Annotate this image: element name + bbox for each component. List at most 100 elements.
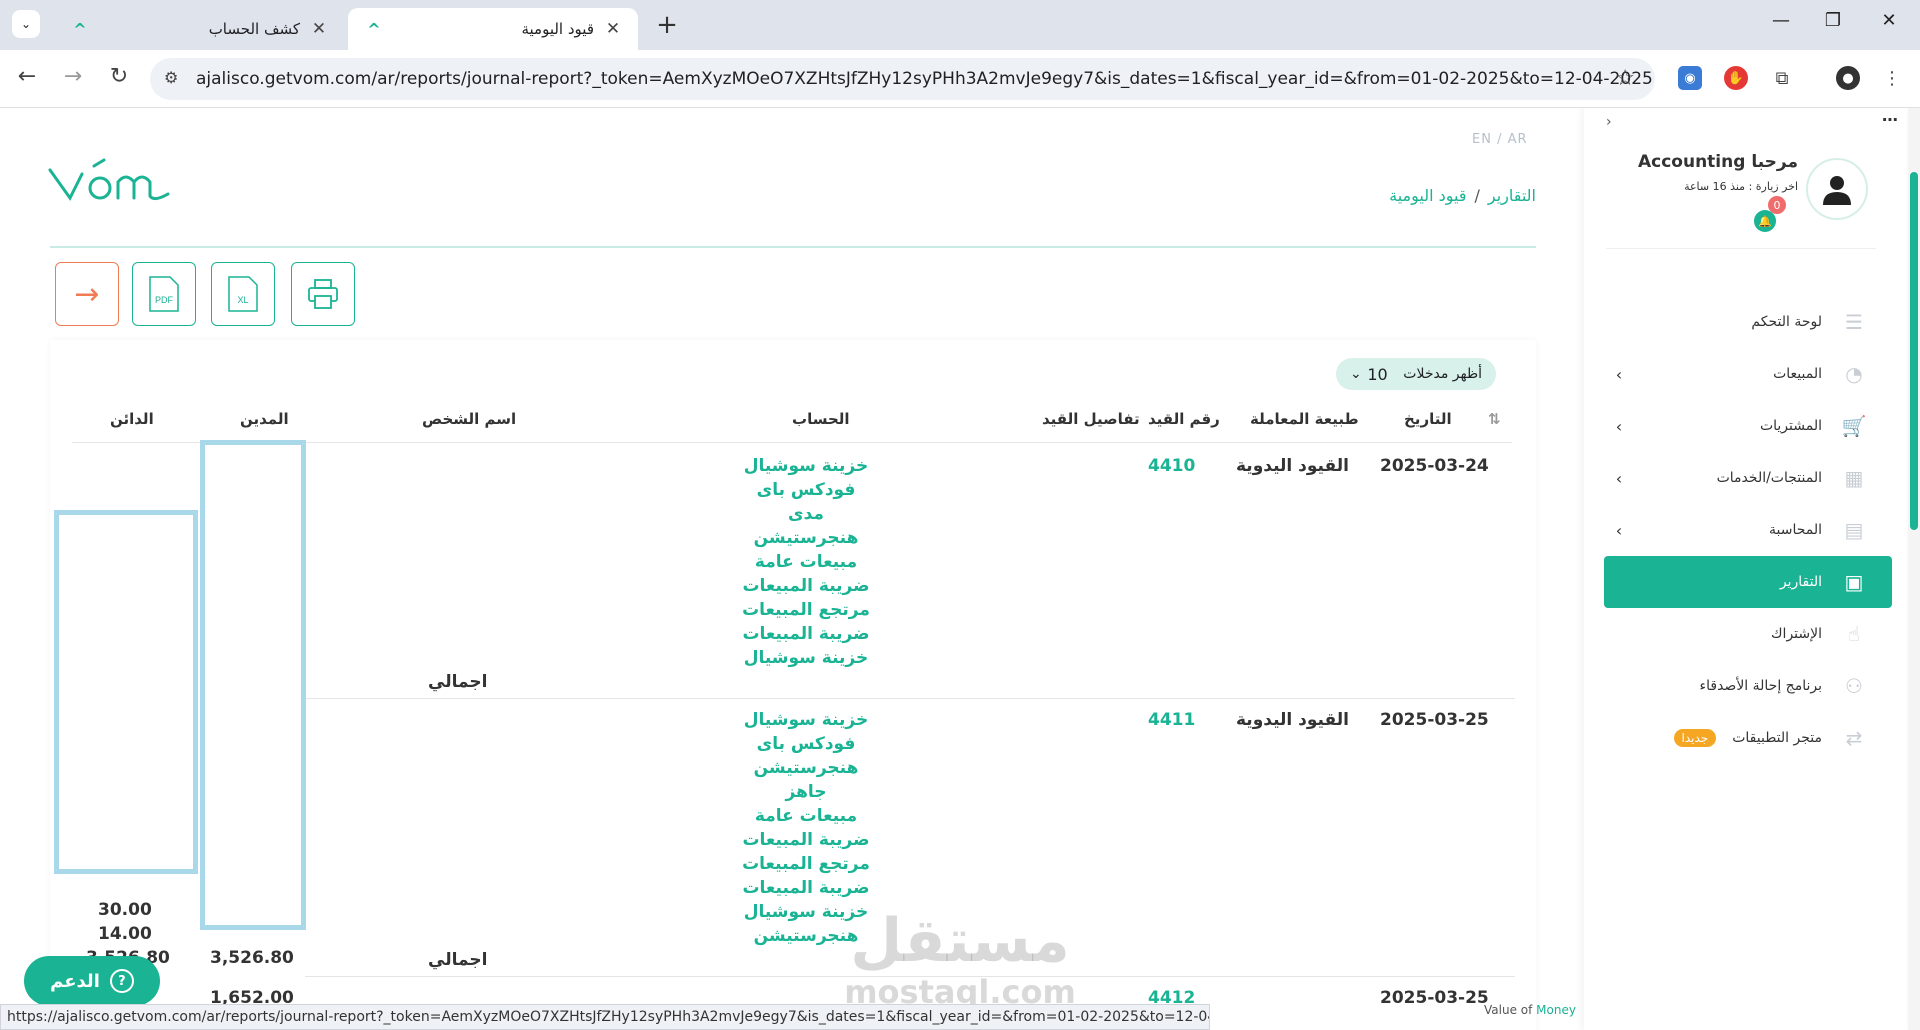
- show-entries-select[interactable]: أظهر مدخلات 10 ⌄: [1336, 358, 1496, 390]
- export-pdf-button[interactable]: PDF: [132, 262, 196, 326]
- menu-label: المشتريات: [1759, 418, 1822, 434]
- credit-value: 30.00: [98, 900, 152, 920]
- sidebar-item-reports[interactable]: ▣ التقارير: [1604, 556, 1892, 608]
- puzzle-icon[interactable]: ⧉: [1770, 66, 1794, 90]
- adblock-icon[interactable]: ✋: [1724, 66, 1748, 90]
- sidebar-item-dashboard[interactable]: ☰ لوحة التحكم: [1604, 296, 1892, 348]
- back-exit-button[interactable]: →: [55, 262, 119, 326]
- account-link[interactable]: هنجرستيشن: [696, 756, 916, 780]
- show-entries-label: أظهر مدخلات: [1403, 366, 1482, 382]
- row-1-number-link[interactable]: 4410: [1148, 456, 1195, 476]
- bell-icon[interactable]: 🔔: [1754, 210, 1776, 232]
- row-1-date: 2025-03-24: [1380, 456, 1489, 476]
- sidebar-item-purchases[interactable]: 🛒 المشتريات ›: [1604, 400, 1892, 452]
- dashboard-icon: ☰: [1845, 310, 1863, 334]
- support-label: الدعم: [50, 970, 100, 992]
- header-type[interactable]: طبيعة المعاملة: [1250, 410, 1359, 428]
- row-2-number-link[interactable]: 4411: [1148, 710, 1195, 730]
- site-settings-icon[interactable]: ⚙: [164, 68, 178, 87]
- new-tab-button[interactable]: +: [652, 10, 682, 40]
- header-credit[interactable]: الدائن: [110, 410, 154, 428]
- row-divider: [305, 698, 1515, 699]
- tab-account-statement[interactable]: ✕ كشف الحساب ^: [54, 8, 344, 50]
- bookmark-star-icon[interactable]: ☆: [1615, 66, 1635, 91]
- account-link[interactable]: خزينة سوشيال: [696, 646, 916, 670]
- account-link[interactable]: مبيعات عامة: [696, 804, 916, 828]
- account-link[interactable]: خزينة سوشيال: [696, 708, 916, 732]
- redacted-debit-column: [200, 440, 306, 930]
- language-switch[interactable]: EN / AR: [1472, 132, 1528, 147]
- footer-tagline: Value of Money: [1484, 1003, 1576, 1017]
- account-link[interactable]: مرتجع المبيعات: [696, 598, 916, 622]
- tab-search-button[interactable]: ⌄: [12, 10, 40, 38]
- account-link[interactable]: مبيعات عامة: [696, 550, 916, 574]
- row-2-type: القيود اليدوية: [1236, 710, 1349, 730]
- close-window-button[interactable]: ✕: [1874, 10, 1904, 31]
- row-3-date: 2025-03-25: [1380, 988, 1489, 1008]
- account-link[interactable]: ضريبة المبيعات: [696, 622, 916, 646]
- account-link[interactable]: فودكس باى: [696, 732, 916, 756]
- close-icon[interactable]: ✕: [602, 19, 624, 39]
- chevron-icon: ›: [1615, 364, 1623, 384]
- cart-icon: 🛒: [1841, 414, 1867, 438]
- back-button[interactable]: ←: [12, 64, 42, 89]
- menu-dots-icon[interactable]: ⋮: [1880, 66, 1904, 90]
- chevron-icon: ›: [1615, 468, 1623, 488]
- account-link[interactable]: جاهز: [696, 780, 916, 804]
- header-date[interactable]: التاريخ: [1404, 410, 1452, 428]
- swap-icon: ⇄: [1845, 726, 1863, 750]
- breadcrumb: التقارير / قيود اليومية: [1380, 186, 1536, 205]
- address-bar[interactable]: ⚙ ajalisco.getvom.com/ar/reports/journal…: [150, 58, 1655, 100]
- tab-journal-entries[interactable]: ✕ قيود اليومية ^: [348, 8, 638, 50]
- header-details[interactable]: تفاصيل القيد: [1042, 410, 1140, 428]
- account-link[interactable]: ضريبة المبيعات: [696, 574, 916, 598]
- support-button[interactable]: ? الدعم: [24, 956, 160, 1006]
- mostaql-watermark: مستقل mostaql.com: [840, 908, 1080, 1010]
- welcome-text: مرحبا Accounting: [1637, 152, 1798, 172]
- reload-button[interactable]: ↻: [104, 64, 134, 89]
- url-text: ajalisco.getvom.com/ar/reports/journal-r…: [196, 69, 1653, 89]
- account-link[interactable]: خزينة سوشيال: [696, 454, 916, 478]
- sidebar-item-referral[interactable]: ⚇ برنامج إحالة الأصدقاء: [1604, 660, 1892, 712]
- account-link[interactable]: ضريبة المبيعات: [696, 876, 916, 900]
- account-link[interactable]: مدى: [696, 502, 916, 526]
- user-avatar[interactable]: [1806, 158, 1868, 220]
- redacted-credit-column: [54, 510, 198, 874]
- header-number[interactable]: رقم القيد: [1148, 410, 1220, 428]
- watermark-arabic: مستقل: [850, 906, 1070, 976]
- header-debit[interactable]: المدين: [240, 410, 289, 428]
- close-icon[interactable]: ✕: [308, 19, 330, 39]
- collapse-chevron-icon[interactable]: ›: [1606, 114, 1612, 130]
- header-person[interactable]: اسم الشخص: [422, 410, 516, 428]
- sidebar-item-products[interactable]: ▦ المنتجات/الخدمات ›: [1604, 452, 1892, 504]
- sales-icon: ◔: [1845, 362, 1863, 386]
- restore-button[interactable]: ❐: [1818, 10, 1848, 31]
- menu-label: المنتجات/الخدمات: [1716, 470, 1822, 486]
- menu-label: المحاسبة: [1768, 522, 1822, 538]
- export-excel-button[interactable]: XL: [211, 262, 275, 326]
- credit-value: 14.00: [98, 924, 152, 944]
- account-link[interactable]: فودكس باى: [696, 478, 916, 502]
- account-link[interactable]: ضريبة المبيعات: [696, 828, 916, 852]
- row-1-accounts: خزينة سوشيال فودكس باى مدى هنجرستيشن مبي…: [696, 454, 916, 670]
- sidebar-menu-dots-icon[interactable]: ⋯: [1882, 110, 1898, 129]
- header-account[interactable]: الحساب: [792, 410, 850, 428]
- scrollbar-thumb[interactable]: [1910, 172, 1918, 530]
- sort-icon[interactable]: ⇅: [1488, 410, 1501, 428]
- account-link[interactable]: مرتجع المبيعات: [696, 852, 916, 876]
- extension-icon[interactable]: ◉: [1678, 66, 1702, 90]
- profile-avatar[interactable]: ●: [1836, 66, 1860, 90]
- forward-button[interactable]: →: [58, 64, 88, 89]
- minimize-button[interactable]: —: [1766, 10, 1796, 31]
- sidebar-item-sales[interactable]: ◔ المبيعات ›: [1604, 348, 1892, 400]
- account-link[interactable]: هنجرستيشن: [696, 526, 916, 550]
- breadcrumb-reports-link[interactable]: التقارير: [1488, 186, 1536, 205]
- sidebar-item-accounting[interactable]: ▤ المحاسبة ›: [1604, 504, 1892, 556]
- sidebar-item-app-store[interactable]: ⇄ متجر التطبيقات جديدا: [1604, 712, 1892, 764]
- printer-icon: [308, 279, 338, 309]
- print-button[interactable]: [291, 262, 355, 326]
- pdf-file-icon: PDF: [149, 276, 179, 312]
- sidebar-item-subscription[interactable]: ☝ الإشتراك: [1604, 608, 1892, 660]
- page-content: EN / AR التقارير / قيود اليومية → PDF XL: [0, 108, 1920, 1030]
- excel-file-icon: XL: [228, 276, 258, 312]
